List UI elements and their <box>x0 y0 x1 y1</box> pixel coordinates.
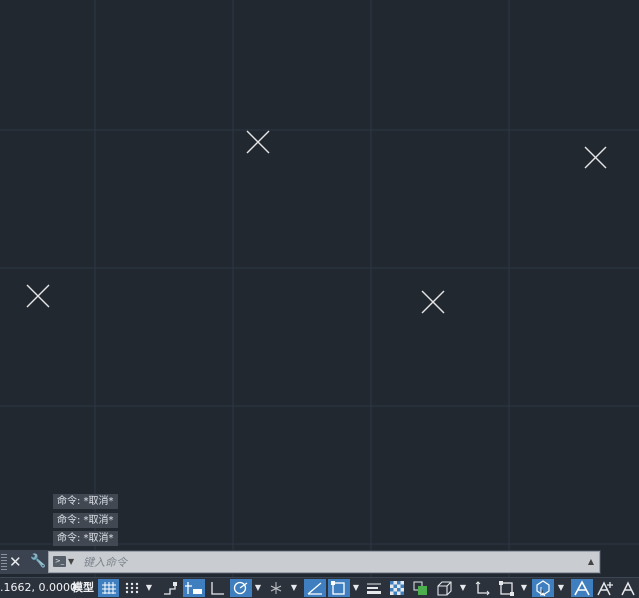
lineweight-icon[interactable] <box>364 579 385 597</box>
chevron-down-icon[interactable]: ▼ <box>144 579 154 597</box>
command-input-box[interactable]: >_ ▼ ▲ <box>48 551 600 573</box>
ortho-mode-icon[interactable] <box>207 579 228 597</box>
chevron-down-icon[interactable]: ▼ <box>253 579 263 597</box>
chevron-down-icon[interactable]: ▼ <box>289 579 299 597</box>
infer-constraints-icon[interactable] <box>160 579 181 597</box>
chevron-down-icon[interactable]: ▼ <box>68 554 74 570</box>
model-space-button[interactable]: 模型 <box>72 578 94 598</box>
command-history-line: 命令: *取消* <box>53 531 118 546</box>
drawing-canvas[interactable] <box>0 0 639 577</box>
object-snap-icon[interactable] <box>328 579 350 597</box>
grid-display-icon[interactable] <box>98 579 119 597</box>
dynamic-ucs-icon[interactable] <box>472 579 494 597</box>
coordinate-readout[interactable]: .1662, 0.0000 <box>0 578 77 598</box>
chevron-up-icon[interactable]: ▲ <box>588 556 594 568</box>
command-input[interactable] <box>83 553 553 571</box>
chevron-down-icon[interactable]: ▼ <box>458 579 468 597</box>
command-history-line: 命令: *取消* <box>53 494 118 509</box>
chevron-down-icon[interactable]: ▼ <box>351 579 361 597</box>
status-bar: .1662, 0.0000 模型 ▼ ▼ ▼ ▼ ▼ ▼ ▼ <box>0 577 639 598</box>
chevron-down-icon[interactable]: ▼ <box>556 579 566 597</box>
selection-cycling-icon[interactable] <box>410 579 432 597</box>
snap-mode-icon[interactable] <box>121 579 143 597</box>
drag-handle-icon[interactable] <box>1 554 7 570</box>
isometric-drafting-icon[interactable] <box>266 579 287 597</box>
command-history: 命令: *取消* 命令: *取消* 命令: *取消* <box>53 494 118 550</box>
point-marker[interactable] <box>246 130 270 154</box>
grid <box>0 0 639 577</box>
point-marker[interactable] <box>421 290 445 314</box>
model-space[interactable] <box>0 0 639 577</box>
3d-object-snap-icon[interactable] <box>434 579 456 597</box>
command-history-line: 命令: *取消* <box>53 512 118 528</box>
selection-filter-icon[interactable] <box>496 579 518 597</box>
auto-scale-icon[interactable] <box>595 579 616 597</box>
transparency-icon[interactable] <box>387 579 408 597</box>
point-marker[interactable] <box>26 284 50 308</box>
annotation-visibility-icon[interactable] <box>571 579 593 597</box>
polar-tracking-icon[interactable] <box>230 579 252 597</box>
annotation-scale-icon[interactable] <box>618 579 639 597</box>
dynamic-input-icon[interactable] <box>183 579 205 597</box>
point-marker[interactable] <box>584 146 607 169</box>
gizmo-icon[interactable] <box>532 579 554 597</box>
command-prompt-icon[interactable]: >_ <box>53 556 66 567</box>
chevron-down-icon[interactable]: ▼ <box>519 579 529 597</box>
object-snap-tracking-icon[interactable] <box>304 579 326 597</box>
command-line-bar: ✕ 🔧 >_ ▼ ▲ <box>0 550 601 574</box>
close-icon[interactable]: ✕ <box>9 551 22 573</box>
wrench-icon[interactable]: 🔧 <box>30 551 46 573</box>
